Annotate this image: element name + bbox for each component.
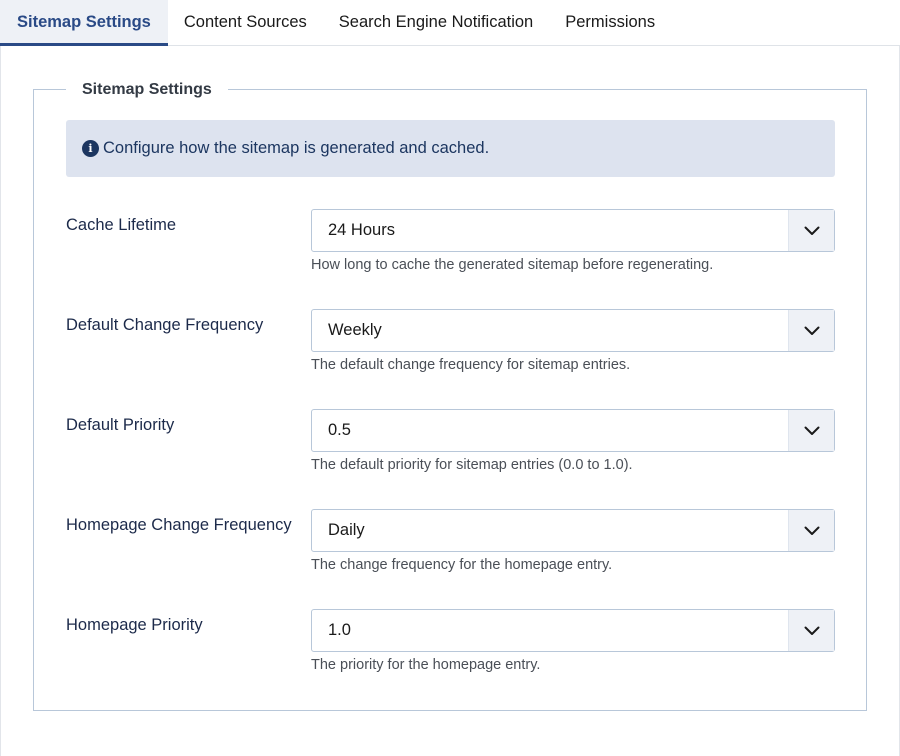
field-label: Cache Lifetime: [66, 216, 177, 234]
field-description: The default priority for sitemap entries…: [311, 457, 633, 473]
sitemap-settings-fieldset: Sitemap Settings i Configure how the sit…: [33, 80, 867, 711]
field-description: The default change frequency for sitemap…: [311, 357, 631, 373]
default-change-frequency-select[interactable]: Weekly: [311, 309, 835, 352]
select-value: 1.0: [328, 621, 351, 639]
tab-label: Content Sources: [183, 13, 307, 31]
page: Sitemap Settings Content Sources Search …: [0, 0, 900, 756]
chevron-down-icon: [788, 310, 834, 351]
homepage-priority-select[interactable]: 1.0: [311, 609, 835, 652]
chevron-down-icon: [788, 610, 834, 651]
field-label: Homepage Priority: [66, 616, 203, 634]
chevron-down-icon: [788, 410, 834, 451]
field-description: The priority for the homepage entry.: [311, 657, 541, 673]
select-value: 24 Hours: [328, 221, 395, 239]
field-label: Homepage Change Frequency: [66, 516, 292, 534]
tab-content: Sitemap Settings i Configure how the sit…: [0, 46, 900, 756]
select-value: Daily: [328, 521, 365, 539]
info-alert: i Configure how the sitemap is generated…: [66, 120, 835, 177]
tab-permissions[interactable]: Permissions: [549, 0, 671, 45]
field-homepage-change-frequency: Homepage Change Frequency Daily The chan…: [66, 509, 835, 589]
tab-label: Permissions: [565, 13, 656, 31]
info-text: Configure how the sitemap is generated a…: [103, 139, 490, 157]
field-cache-lifetime: Cache Lifetime 24 Hours How long to cach…: [66, 209, 835, 289]
fieldset-legend: Sitemap Settings: [66, 80, 228, 100]
cache-lifetime-select[interactable]: 24 Hours: [311, 209, 835, 252]
default-priority-select[interactable]: 0.5: [311, 409, 835, 452]
chevron-down-icon: [788, 510, 834, 551]
tab-sitemap-settings[interactable]: Sitemap Settings: [0, 0, 168, 46]
field-homepage-priority: Homepage Priority 1.0 The priority for t…: [66, 609, 835, 689]
tab-bar: Sitemap Settings Content Sources Search …: [0, 0, 900, 46]
info-circle-icon: i: [82, 140, 99, 157]
field-label: Default Change Frequency: [66, 316, 264, 334]
field-default-priority: Default Priority 0.5 The default priorit…: [66, 409, 835, 489]
tab-content-sources[interactable]: Content Sources: [168, 0, 323, 45]
select-value: Weekly: [328, 321, 382, 339]
field-label: Default Priority: [66, 416, 175, 434]
tab-label: Search Engine Notification: [338, 13, 534, 31]
tab-label: Sitemap Settings: [17, 13, 151, 31]
tab-search-engine-notification[interactable]: Search Engine Notification: [323, 0, 549, 45]
select-value: 0.5: [328, 421, 351, 439]
homepage-change-frequency-select[interactable]: Daily: [311, 509, 835, 552]
field-description: How long to cache the generated sitemap …: [311, 257, 714, 273]
chevron-down-icon: [788, 210, 834, 251]
field-description: The change frequency for the homepage en…: [311, 557, 613, 573]
field-default-change-frequency: Default Change Frequency Weekly The defa…: [66, 309, 835, 389]
